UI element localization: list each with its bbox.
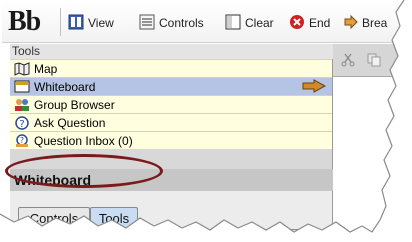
torn-edge-overlay [0,0,412,242]
